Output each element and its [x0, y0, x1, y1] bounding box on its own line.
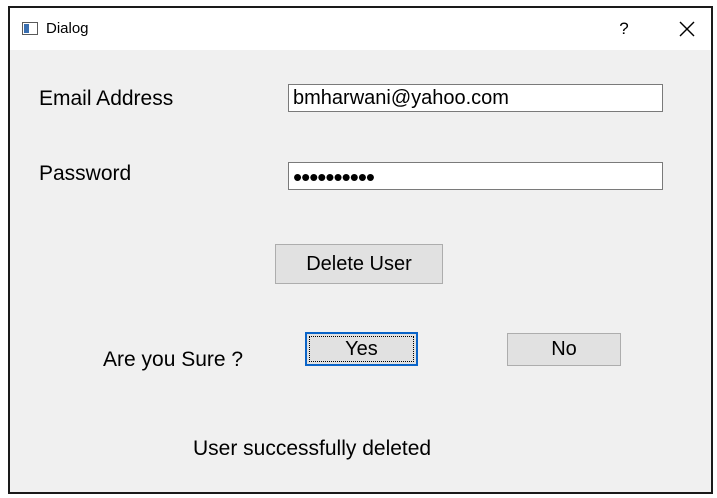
help-button[interactable]: ? [612, 16, 636, 42]
email-label: Email Address [39, 87, 174, 110]
status-message: User successfully deleted [193, 437, 432, 460]
title-bar[interactable]: Dialog ? [10, 8, 711, 50]
email-field[interactable]: bmharwani@yahoo.com [288, 84, 663, 112]
close-icon [679, 21, 695, 37]
close-button[interactable] [674, 16, 700, 42]
window-icon [22, 22, 38, 35]
yes-button[interactable]: Yes [305, 332, 418, 366]
window-title: Dialog [46, 20, 89, 37]
no-button[interactable]: No [507, 333, 621, 366]
confirm-prompt: Are you Sure ? [103, 348, 244, 371]
dialog-window: Dialog ? Email Address bmharwani@yahoo.c… [8, 6, 713, 494]
password-label: Password [39, 162, 132, 185]
delete-user-button[interactable]: Delete User [275, 244, 443, 284]
password-field[interactable]: •••••••••• [288, 162, 663, 190]
